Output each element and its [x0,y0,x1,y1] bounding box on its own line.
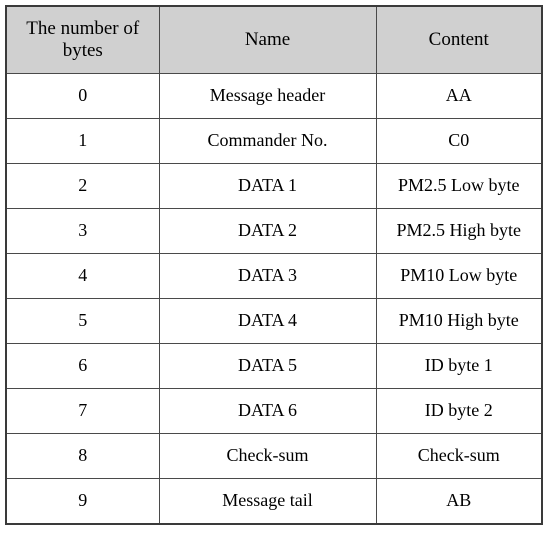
cell-content: PM10 High byte [375,298,543,344]
table-row: 6 DATA 5 ID byte 1 [5,343,543,389]
cell-name: DATA 5 [158,343,377,389]
cell-name: DATA 2 [158,208,377,254]
cell-bytes: 0 [5,73,160,119]
column-header-name: Name [158,5,377,74]
table-row: 8 Check-sum Check-sum [5,433,543,479]
cell-name: Message header [158,73,377,119]
cell-bytes: 8 [5,433,160,479]
table-body: 0 Message header AA 1 Commander No. C0 2 DATA 1… [5,73,543,525]
cell-name: Check-sum [158,433,377,479]
cell-content: PM10 Low byte [375,253,543,299]
table-row: 3 DATA 2 PM2.5 High byte [5,208,543,254]
protocol-table-container: The number of bytes Name Content 0 Messag… [5,5,543,531]
cell-content: AA [375,73,543,119]
cell-name: DATA 6 [158,388,377,434]
header-row: The number of bytes Name Content [5,5,543,74]
cell-name: DATA 1 [158,163,377,209]
table-row: 2 DATA 1 PM2.5 Low byte [5,163,543,209]
cell-name: Message tail [158,478,377,525]
table-row: 1 Commander No. C0 [5,118,543,164]
cell-content: C0 [375,118,543,164]
cell-bytes: 7 [5,388,160,434]
cell-bytes: 1 [5,118,160,164]
cell-content: ID byte 2 [375,388,543,434]
table-row: 4 DATA 3 PM10 Low byte [5,253,543,299]
cell-bytes: 4 [5,253,160,299]
table-row: 0 Message header AA [5,73,543,119]
cell-content: AB [375,478,543,525]
cell-content: PM2.5 Low byte [375,163,543,209]
cell-bytes: 2 [5,163,160,209]
table-row: 5 DATA 4 PM10 High byte [5,298,543,344]
cell-name: DATA 4 [158,298,377,344]
cell-content: ID byte 1 [375,343,543,389]
column-header-number-of-bytes: The number of bytes [5,5,160,74]
cell-bytes: 6 [5,343,160,389]
protocol-table: The number of bytes Name Content 0 Messag… [5,5,543,525]
table-row: 7 DATA 6 ID byte 2 [5,388,543,434]
cell-name: Commander No. [158,118,377,164]
table-row: 9 Message tail AB [5,478,543,525]
cell-bytes: 9 [5,478,160,525]
cell-content: Check-sum [375,433,543,479]
cell-bytes: 3 [5,208,160,254]
table-header: The number of bytes Name Content [5,5,543,74]
column-header-content: Content [375,5,543,74]
cell-bytes: 5 [5,298,160,344]
cell-content: PM2.5 High byte [375,208,543,254]
cell-name: DATA 3 [158,253,377,299]
